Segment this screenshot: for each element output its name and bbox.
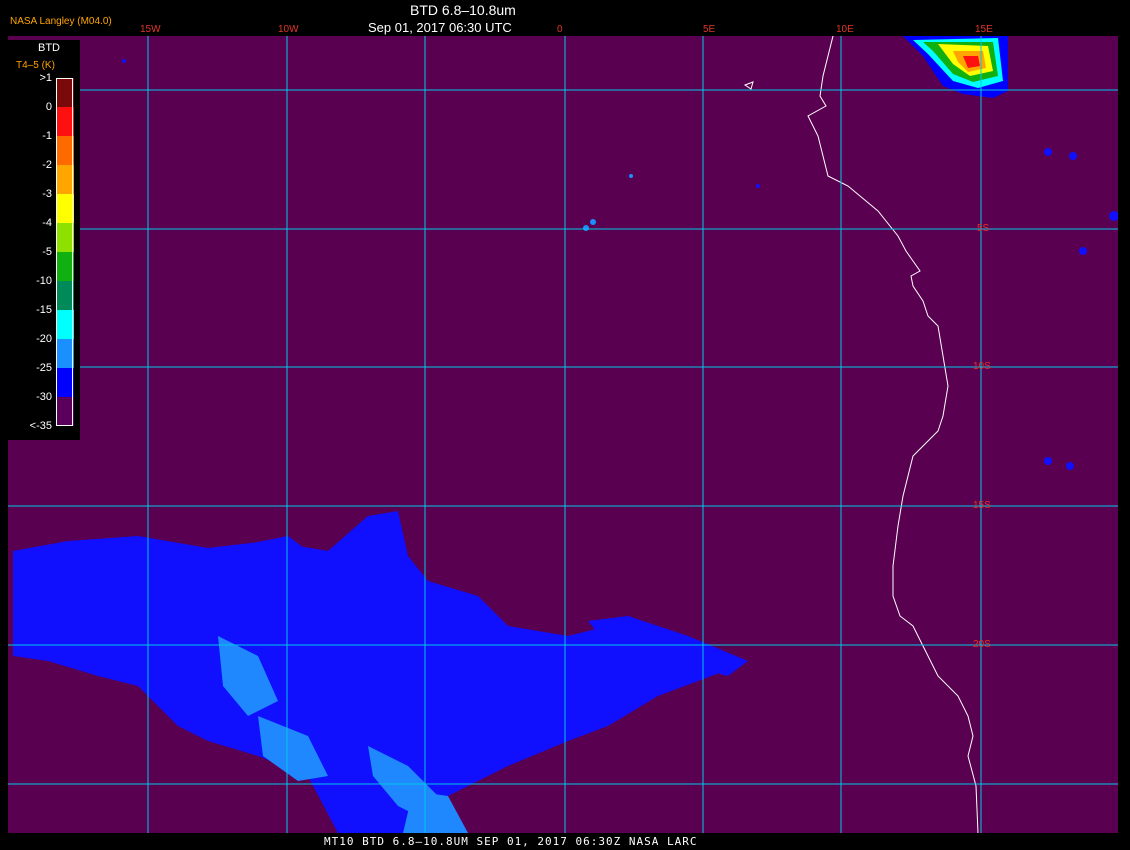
legend-units: T4–5 (K) <box>16 60 55 71</box>
legend-title: BTD <box>38 42 60 54</box>
legend-tick-label: -20 <box>36 333 52 345</box>
color-legend: BTD T4–5 (K) >1 0 -1 -2 -3 -4 -5 -10 -15 -20 -25 -3… <box>8 40 80 440</box>
credit-label: NASA Langley (M04.0) <box>10 16 112 27</box>
legend-tick-label: -4 <box>42 217 52 229</box>
lon-label-10w: 10W <box>278 24 299 35</box>
legend-tick-label: 0 <box>45 101 52 113</box>
legend-tick-label: -5 <box>42 246 52 258</box>
lat-label-5s: 5S <box>977 223 990 234</box>
footer-text: MT10 BTD 6.8–10.8UM SEP 01, 2017 06:30Z … <box>324 835 698 848</box>
legend-tick-label: -10 <box>36 275 52 287</box>
lon-label-5e: 5E <box>703 24 716 35</box>
legend-tick-label: -30 <box>36 391 52 403</box>
footer-bar: MT10 BTD 6.8–10.8UM SEP 01, 2017 06:30Z … <box>8 833 1118 850</box>
legend-tick-label: -25 <box>36 362 52 374</box>
map-title: BTD 6.8–10.8um <box>410 2 516 18</box>
lon-label-10e: 10E <box>836 24 854 35</box>
legend-tick-label: >1 <box>39 72 52 84</box>
legend-color-bar-frame <box>56 78 73 426</box>
legend-tick-label: -3 <box>42 188 52 200</box>
lon-label-15w: 15W <box>140 24 161 35</box>
map-timestamp: Sep 01, 2017 06:30 UTC <box>368 20 512 35</box>
satellite-map <box>8 36 1118 833</box>
lat-label-10s: 10S <box>973 361 991 372</box>
lon-label-0: 0 <box>557 24 563 35</box>
legend-tick-label: -15 <box>36 304 52 316</box>
lat-label-20s: 20S <box>973 639 991 650</box>
legend-tick-label: -2 <box>42 159 52 171</box>
legend-tick-label: <-35 <box>29 420 52 432</box>
legend-tick-label: -1 <box>42 130 52 142</box>
lon-label-15e: 15E <box>975 24 993 35</box>
lat-label-15s: 15S <box>973 500 991 511</box>
